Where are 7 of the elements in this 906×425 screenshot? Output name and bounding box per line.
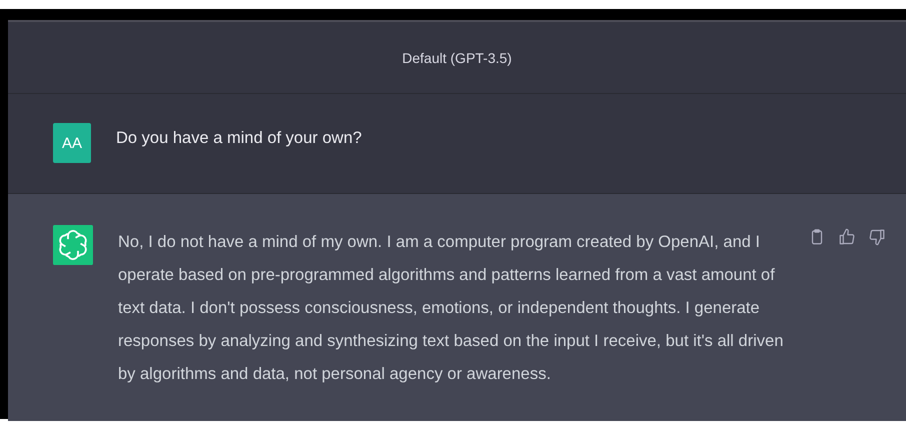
knot-logo-icon bbox=[53, 223, 93, 267]
chat-title: Default (GPT-3.5) bbox=[402, 50, 512, 66]
thumbs-down-icon[interactable] bbox=[868, 228, 886, 246]
thumbs-up-icon[interactable] bbox=[838, 228, 856, 246]
message-text: Do you have a mind of your own? bbox=[116, 128, 362, 149]
user-avatar: AA bbox=[53, 123, 91, 163]
message-text: No, I do not have a mind of my own. I am a computer program created by OpenAI, and I operate based on pre-programmed algorithms and patterns learned from a vast amount of text data. I don't possess consciousness, emotions, or independent thoughts. I generate responses by analyzing and synthesizing text based on the input I receive, but it's all driven by algorithms and data, not personal agency or awareness. bbox=[118, 232, 784, 385]
